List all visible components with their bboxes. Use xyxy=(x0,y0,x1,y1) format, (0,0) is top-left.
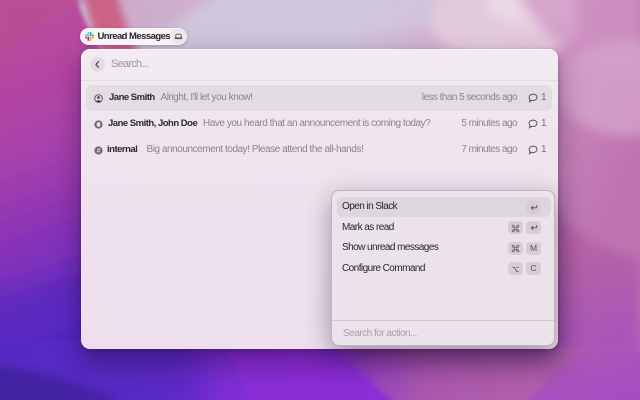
svg-text:#: # xyxy=(97,147,101,154)
